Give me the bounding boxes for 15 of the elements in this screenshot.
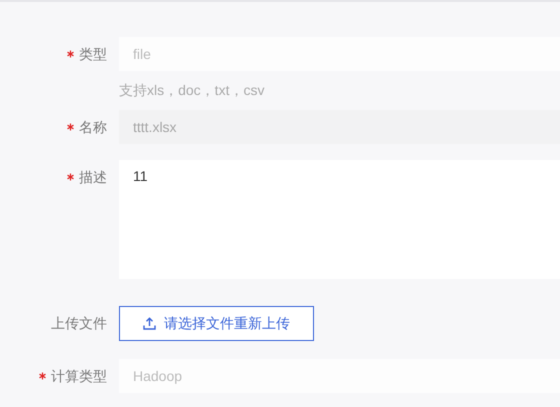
required-icon xyxy=(67,123,74,131)
field-label: 上传文件 xyxy=(51,314,107,332)
field-label: 描述 xyxy=(79,168,107,186)
upload-button[interactable]: 请选择文件重新上传 xyxy=(119,306,314,341)
description-field[interactable]: 11 xyxy=(119,160,560,279)
text-field[interactable]: file xyxy=(119,37,560,71)
upload-icon xyxy=(143,317,156,330)
required-icon xyxy=(67,50,74,58)
required-icon xyxy=(67,173,74,181)
field-label: 名称 xyxy=(79,118,107,136)
hint-text: 支持xls，doc，txt，csv xyxy=(119,82,264,98)
required-icon xyxy=(39,372,46,380)
field-label: 计算类型 xyxy=(51,366,107,386)
text-field[interactable]: Hadoop xyxy=(119,359,560,393)
field-label: 类型 xyxy=(79,44,107,64)
